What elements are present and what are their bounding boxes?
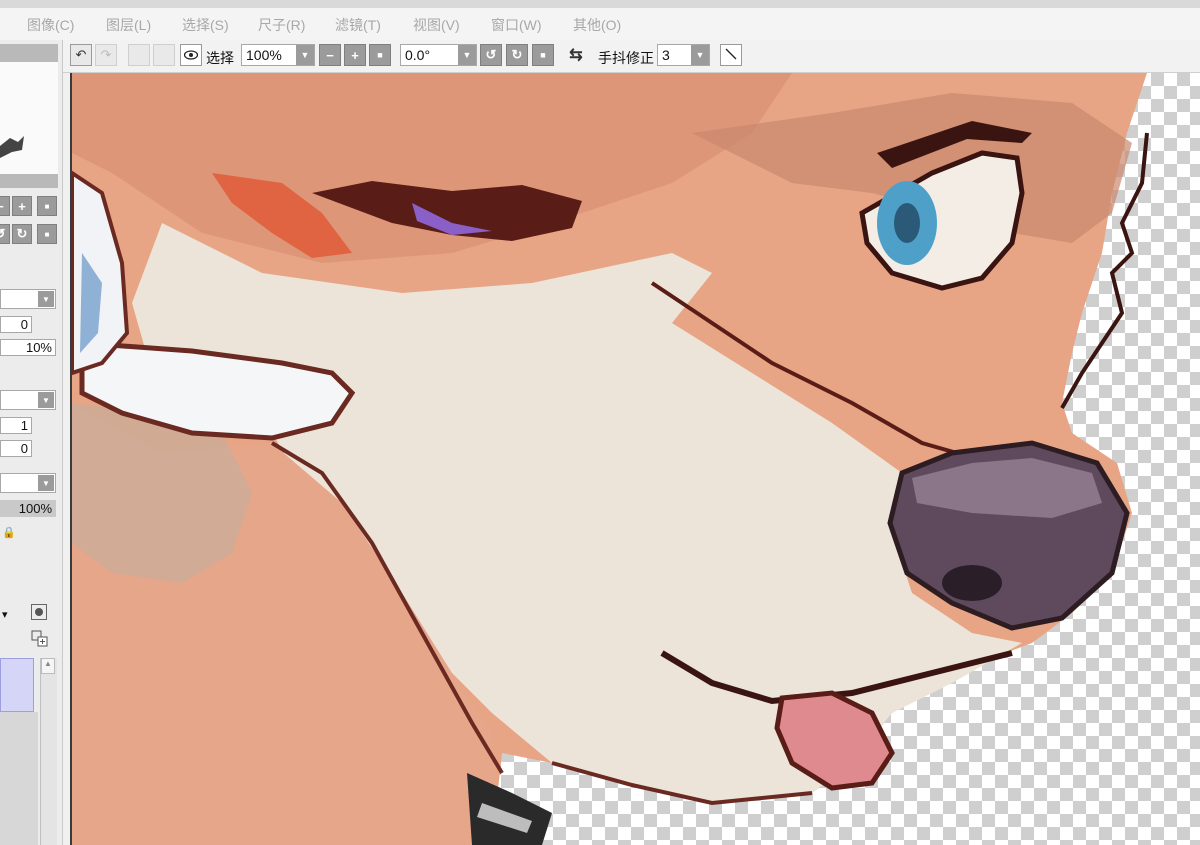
collar [467, 773, 552, 845]
navigator-preview [0, 62, 58, 175]
rotate-left-icon: ↺ [485, 47, 497, 62]
zoom-in-button[interactable]: + [344, 44, 366, 66]
invert-selection-button[interactable] [153, 44, 175, 66]
zoom-select[interactable]: 100% ▼ [241, 44, 315, 66]
menu-select[interactable]: 选择(S) [182, 15, 229, 35]
flip-icon: ⇆ [569, 47, 583, 64]
pen-line-icon [725, 48, 737, 63]
rotation-value: 0.0° [405, 47, 431, 63]
redo-button[interactable]: ↷ [95, 44, 117, 66]
window-title-strip [0, 0, 1200, 8]
rotation-reset-button[interactable]: ■ [532, 44, 554, 66]
undo-button[interactable]: ↶ [70, 44, 92, 66]
circle-icon [35, 608, 43, 616]
navigator-header [0, 44, 58, 62]
chevron-down-icon: ▼ [38, 392, 54, 408]
navigator-footer [0, 174, 58, 188]
menu-bar: 图像(C) 图层(L) 选择(S) 尺子(R) 滤镜(T) 视图(V) 窗口(W… [0, 0, 1200, 41]
zoom-reset-button[interactable]: ■ [369, 44, 391, 66]
chevron-down-icon: ▼ [38, 475, 54, 491]
nav-rotate-reset-button[interactable]: ■ [37, 224, 57, 244]
lock-icon[interactable]: 🔒 [2, 526, 16, 539]
redo-icon: ↷ [100, 47, 112, 62]
nav-zoom-in-button[interactable]: + [12, 196, 32, 216]
param-field-1[interactable]: 0 [0, 316, 32, 333]
nav-reset-button[interactable]: ■ [37, 196, 57, 216]
square-icon: ■ [377, 50, 383, 60]
param-field-2[interactable]: 10% [0, 339, 56, 356]
menu-view[interactable]: 视图(V) [413, 15, 460, 35]
rotate-left-icon: ↺ [0, 226, 5, 242]
zoom-value: 100% [246, 47, 282, 63]
line-tool-button[interactable] [720, 44, 742, 66]
menu-image[interactable]: 图像(C) [27, 15, 74, 35]
square-icon: ■ [540, 50, 546, 60]
texture-select[interactable]: ▼ [0, 390, 56, 410]
rotation-select[interactable]: 0.0° ▼ [400, 44, 477, 66]
nav-rotate-right-button[interactable]: ↻ [12, 224, 32, 244]
rotate-right-icon: ↻ [511, 47, 523, 62]
deselect-button[interactable] [128, 44, 150, 66]
rotate-left-button[interactable]: ↺ [480, 44, 502, 66]
artwork [72, 73, 1149, 845]
pupil [894, 203, 920, 243]
eye-icon [183, 48, 199, 63]
minus-icon: − [0, 199, 4, 214]
param-field-4[interactable]: 0 [0, 440, 32, 457]
layer-item-selected[interactable] [0, 658, 34, 712]
chevron-down-icon: ▼ [296, 45, 314, 65]
zoom-out-button[interactable]: − [319, 44, 341, 66]
layer-scrollbar[interactable]: ▲ [40, 658, 57, 845]
param-field-3[interactable]: 1 [0, 417, 32, 434]
opacity-bar[interactable]: 100% [0, 500, 56, 517]
square-icon: ■ [44, 201, 50, 211]
rotate-right-icon: ↻ [16, 226, 28, 241]
layer-mode-select[interactable]: ▼ [0, 473, 56, 493]
layer-options-icon[interactable]: ▾ [2, 608, 8, 621]
flip-horizontal-button[interactable]: ⇆ [565, 44, 587, 66]
menu-other[interactable]: 其他(O) [573, 15, 621, 35]
rotate-right-button[interactable]: ↻ [506, 44, 528, 66]
chevron-down-icon: ▼ [458, 45, 476, 65]
stabilizer-label: 手抖修正 [598, 50, 654, 66]
menu-filter[interactable]: 滤镜(T) [335, 15, 381, 35]
layer-copy-icon [31, 630, 48, 647]
blend-mode-select[interactable]: ▼ [0, 289, 56, 309]
chevron-down-icon: ▼ [691, 45, 709, 65]
drawing-canvas[interactable] [70, 73, 1200, 845]
selection-label: 选择 [206, 50, 234, 66]
chevron-down-icon: ▼ [38, 291, 54, 307]
left-panel: − + ■ ↺ ↻ ■ ▼ 0 10% ▼ 1 0 ▼ 100% 🔒 ▾ ▲ [0, 40, 63, 845]
navigator-thumbnail [0, 136, 24, 158]
layer-list [0, 712, 38, 845]
menu-ruler[interactable]: 尺子(R) [258, 15, 305, 35]
menu-window[interactable]: 窗口(W) [491, 15, 542, 35]
nav-rotate-left-button[interactable]: ↺ [0, 224, 10, 244]
layer-mask-button[interactable] [31, 630, 49, 648]
toolbar: ↶ ↷ 选择 100% ▼ − + ■ 0.0° ▼ ↺ ↻ ■ ⇆ 手抖修正 … [62, 40, 1200, 73]
stabilizer-value: 3 [662, 47, 670, 63]
nav-zoom-out-button[interactable]: − [0, 196, 10, 216]
plus-icon: + [18, 198, 26, 214]
plus-icon: + [351, 47, 359, 63]
new-layer-button[interactable] [31, 604, 47, 620]
minus-icon: − [326, 47, 334, 63]
stabilizer-select[interactable]: 3 ▼ [657, 44, 710, 66]
selection-visibility-toggle[interactable] [180, 44, 202, 66]
undo-icon: ↶ [75, 47, 87, 62]
menu-layer[interactable]: 图层(L) [106, 15, 151, 35]
nostril [942, 565, 1002, 601]
square-icon: ■ [44, 229, 50, 239]
scroll-up-icon[interactable]: ▲ [41, 658, 55, 674]
